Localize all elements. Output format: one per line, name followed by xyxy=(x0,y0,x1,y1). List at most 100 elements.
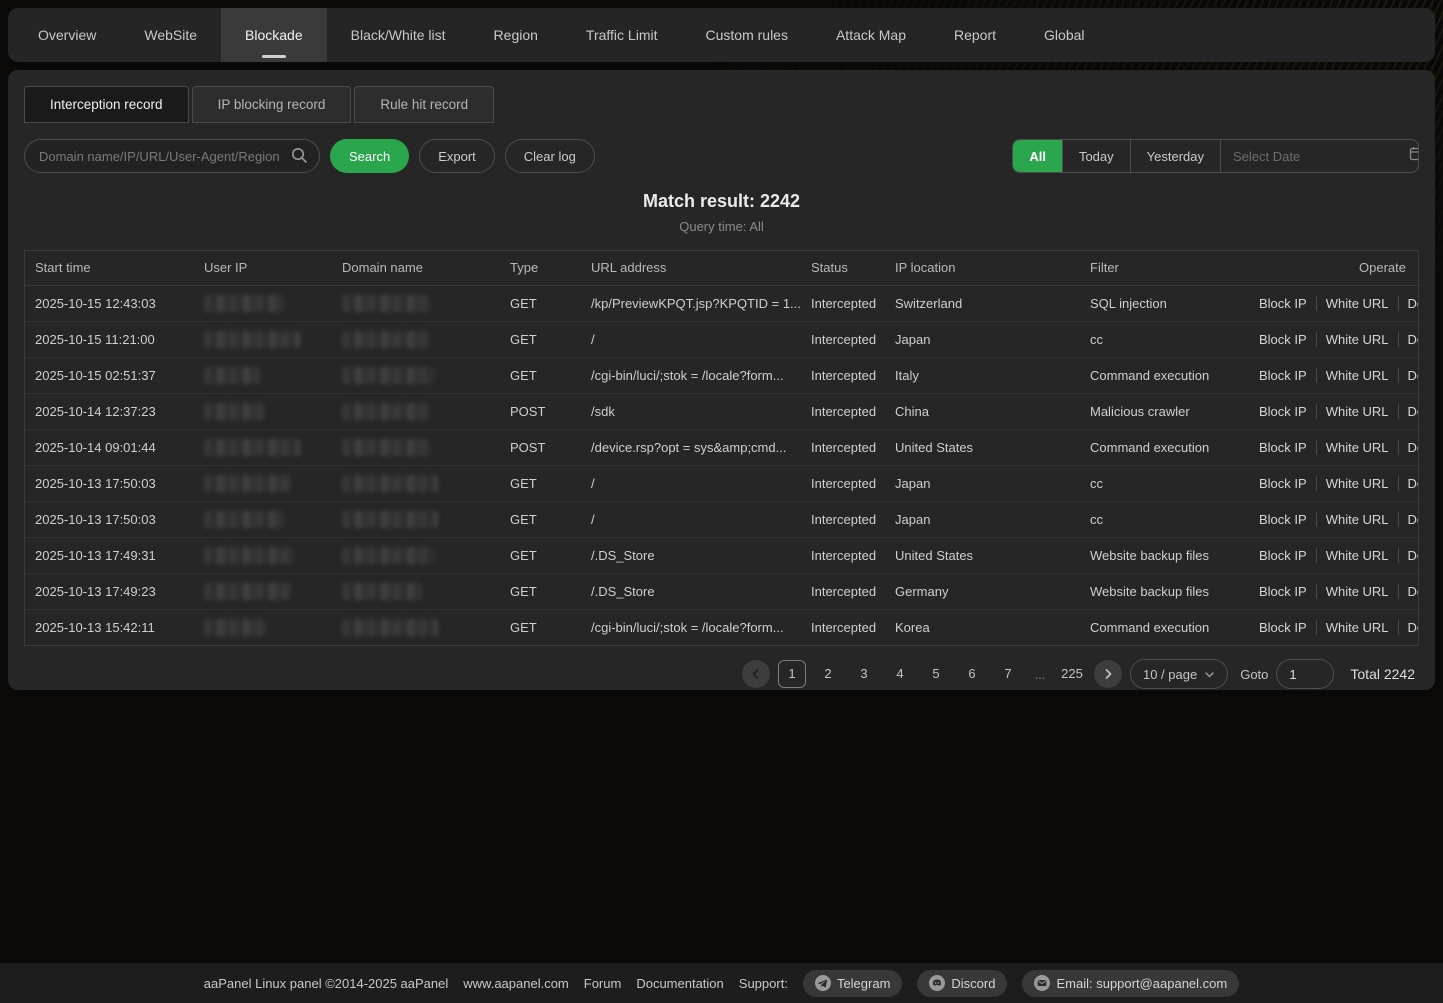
white-url-link[interactable]: White URL xyxy=(1316,404,1398,419)
cell-operate: Block IPWhite URLDetails xyxy=(1240,393,1418,429)
redacted-user-ip xyxy=(204,475,292,492)
block-ip-link[interactable]: Block IP xyxy=(1250,620,1316,635)
tab-overview[interactable]: Overview xyxy=(14,8,120,62)
redacted-domain-name xyxy=(342,583,422,600)
page-size-select[interactable]: 10 / page xyxy=(1130,659,1228,689)
website-link[interactable]: www.aapanel.com xyxy=(463,976,569,991)
date-filter-yesterday[interactable]: Yesterday xyxy=(1130,140,1220,172)
details-link[interactable]: Details xyxy=(1398,368,1418,383)
tab-black-white-list[interactable]: Black/White list xyxy=(327,8,470,62)
subtab-rule-hit-record[interactable]: Rule hit record xyxy=(354,86,494,123)
page-1[interactable]: 1 xyxy=(778,660,806,688)
select-date-input[interactable] xyxy=(1233,149,1409,164)
cell-operate: Block IPWhite URLDetails xyxy=(1240,609,1418,645)
cell-user-ip xyxy=(194,537,332,573)
tab-traffic-limit[interactable]: Traffic Limit xyxy=(562,8,682,62)
table-row: 2025-10-15 02:51:37 GET /cgi-bin/luci/;s… xyxy=(25,357,1418,393)
tab-custom-rules[interactable]: Custom rules xyxy=(682,8,812,62)
cell-filter: Command execution xyxy=(1080,429,1240,465)
cell-filter: cc xyxy=(1080,465,1240,501)
details-link[interactable]: Details xyxy=(1398,440,1418,455)
details-link[interactable]: Details xyxy=(1398,476,1418,491)
tab-attack-map[interactable]: Attack Map xyxy=(812,8,930,62)
export-button[interactable]: Export xyxy=(419,139,495,173)
date-filter-today[interactable]: Today xyxy=(1062,140,1130,172)
block-ip-link[interactable]: Block IP xyxy=(1250,404,1316,419)
page-2[interactable]: 2 xyxy=(814,660,842,688)
telegram-button[interactable]: Telegram xyxy=(803,970,902,997)
page-6[interactable]: 6 xyxy=(958,660,986,688)
discord-button[interactable]: Discord xyxy=(917,970,1007,997)
documentation-link[interactable]: Documentation xyxy=(636,976,723,991)
block-ip-link[interactable]: Block IP xyxy=(1250,584,1316,599)
cell-url-address: /.DS_Store xyxy=(581,537,801,573)
redacted-domain-name xyxy=(342,403,430,420)
page-4[interactable]: 4 xyxy=(886,660,914,688)
top-nav: Overview WebSite Blockade Black/White li… xyxy=(8,8,1435,62)
table-row: 2025-10-15 12:43:03 GET /kp/PreviewKPQT.… xyxy=(25,285,1418,321)
block-ip-link[interactable]: Block IP xyxy=(1250,548,1316,563)
cell-start-time: 2025-10-13 17:50:03 xyxy=(25,501,194,537)
page-3[interactable]: 3 xyxy=(850,660,878,688)
details-link[interactable]: Details xyxy=(1398,404,1418,419)
details-link[interactable]: Details xyxy=(1398,584,1418,599)
block-ip-link[interactable]: Block IP xyxy=(1250,476,1316,491)
block-ip-link[interactable]: Block IP xyxy=(1250,512,1316,527)
search-input[interactable] xyxy=(24,139,320,173)
select-date-field[interactable] xyxy=(1220,140,1418,172)
page-7[interactable]: 7 xyxy=(994,660,1022,688)
cell-filter: Command execution xyxy=(1080,609,1240,645)
subtab-ip-blocking-record[interactable]: IP blocking record xyxy=(192,86,352,123)
match-result-text: Match result: 2242 xyxy=(8,191,1435,212)
subtab-interception-record[interactable]: Interception record xyxy=(24,86,189,123)
discord-icon xyxy=(929,975,945,991)
cell-domain-name xyxy=(332,393,500,429)
tab-report[interactable]: Report xyxy=(930,8,1020,62)
white-url-link[interactable]: White URL xyxy=(1316,368,1398,383)
white-url-link[interactable]: White URL xyxy=(1316,548,1398,563)
white-url-link[interactable]: White URL xyxy=(1316,440,1398,455)
white-url-link[interactable]: White URL xyxy=(1316,296,1398,311)
details-link[interactable]: Details xyxy=(1398,332,1418,347)
block-ip-link[interactable]: Block IP xyxy=(1250,440,1316,455)
next-page-button[interactable] xyxy=(1094,660,1122,688)
search-button[interactable]: Search xyxy=(330,139,409,173)
white-url-link[interactable]: White URL xyxy=(1316,332,1398,347)
cell-type: GET xyxy=(500,321,581,357)
cell-ip-location: Japan xyxy=(885,501,1080,537)
forum-link[interactable]: Forum xyxy=(584,976,622,991)
telegram-icon xyxy=(815,975,831,991)
cell-user-ip xyxy=(194,429,332,465)
white-url-link[interactable]: White URL xyxy=(1316,584,1398,599)
cell-url-address: /.DS_Store xyxy=(581,573,801,609)
white-url-link[interactable]: White URL xyxy=(1316,620,1398,635)
cell-url-address: /cgi-bin/luci/;stok = /locale?form... xyxy=(581,357,801,393)
block-ip-link[interactable]: Block IP xyxy=(1250,368,1316,383)
cell-url-address: /device.rsp?opt = sys&amp;cmd... xyxy=(581,429,801,465)
block-ip-link[interactable]: Block IP xyxy=(1250,296,1316,311)
cell-user-ip xyxy=(194,501,332,537)
white-url-link[interactable]: White URL xyxy=(1316,476,1398,491)
email-button[interactable]: Email: support@aapanel.com xyxy=(1022,970,1239,997)
page-225[interactable]: 225 xyxy=(1058,660,1086,688)
cell-start-time: 2025-10-15 02:51:37 xyxy=(25,357,194,393)
redacted-domain-name xyxy=(342,619,438,636)
page-5[interactable]: 5 xyxy=(922,660,950,688)
date-filter-all[interactable]: All xyxy=(1013,140,1062,172)
tab-website[interactable]: WebSite xyxy=(120,8,221,62)
block-ip-link[interactable]: Block IP xyxy=(1250,332,1316,347)
details-link[interactable]: Details xyxy=(1398,620,1418,635)
details-link[interactable]: Details xyxy=(1398,548,1418,563)
details-link[interactable]: Details xyxy=(1398,512,1418,527)
details-link[interactable]: Details xyxy=(1398,296,1418,311)
cell-filter: cc xyxy=(1080,321,1240,357)
prev-page-button[interactable] xyxy=(742,660,770,688)
goto-page-input[interactable] xyxy=(1276,659,1334,689)
table-row: 2025-10-14 09:01:44 POST /device.rsp?opt… xyxy=(25,429,1418,465)
tab-blockade[interactable]: Blockade xyxy=(221,8,327,62)
tab-global[interactable]: Global xyxy=(1020,8,1108,62)
clear-log-button[interactable]: Clear log xyxy=(505,139,595,173)
white-url-link[interactable]: White URL xyxy=(1316,512,1398,527)
tab-region[interactable]: Region xyxy=(470,8,562,62)
toolbar-left: Search Export Clear log xyxy=(24,139,595,173)
